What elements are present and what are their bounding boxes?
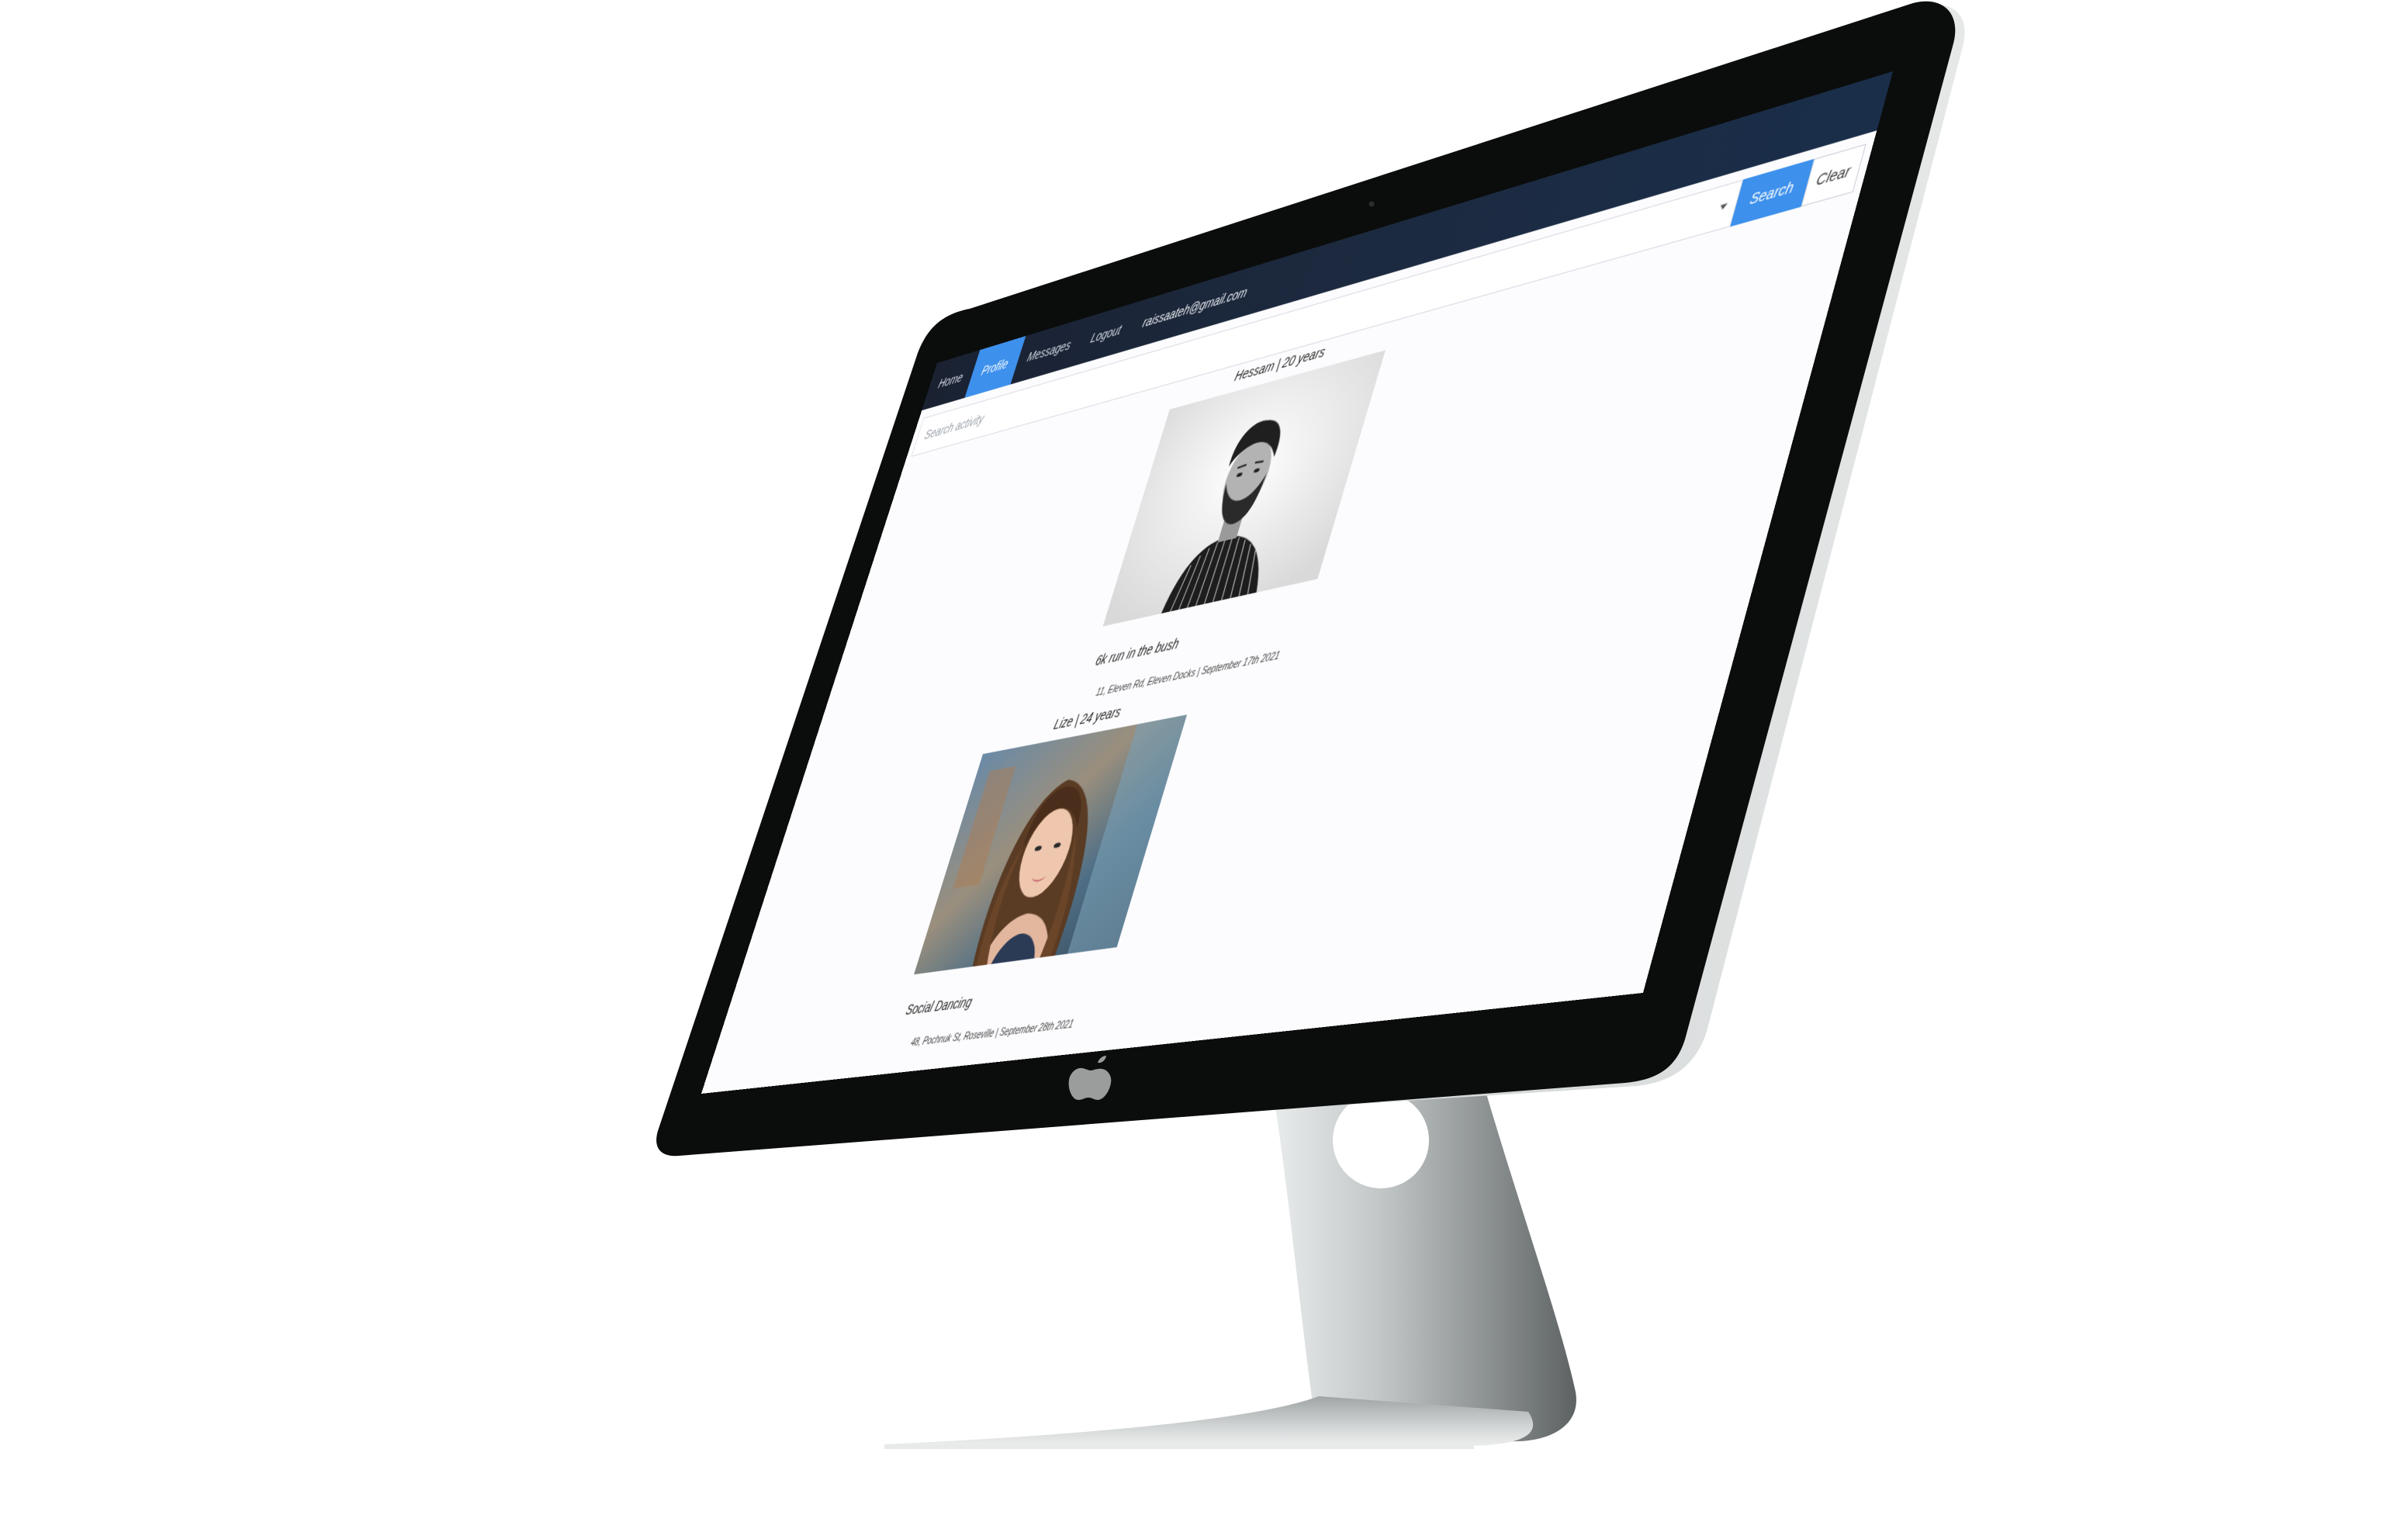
- clear-button[interactable]: Clear: [1801, 144, 1866, 206]
- camera-icon: [1369, 202, 1375, 207]
- monitor-stand: [884, 1078, 1576, 1449]
- activity-meta: 48, Pochnuk St, Roseville | September 28…: [890, 1015, 1096, 1051]
- chevron-down-icon[interactable]: [1719, 203, 1728, 211]
- man-portrait-image: [1103, 350, 1386, 626]
- activity-name[interactable]: Social Dancing: [900, 977, 1108, 1019]
- mockup-stage: Home Profile Messages Logout raissaateh@…: [0, 0, 2408, 1525]
- woman-portrait-image: [914, 714, 1187, 974]
- profile-photo[interactable]: [914, 714, 1187, 974]
- result-card[interactable]: Lize | 24 years Social Dancing 48, Pochn…: [890, 690, 1195, 1052]
- profile-photo[interactable]: [1103, 350, 1386, 626]
